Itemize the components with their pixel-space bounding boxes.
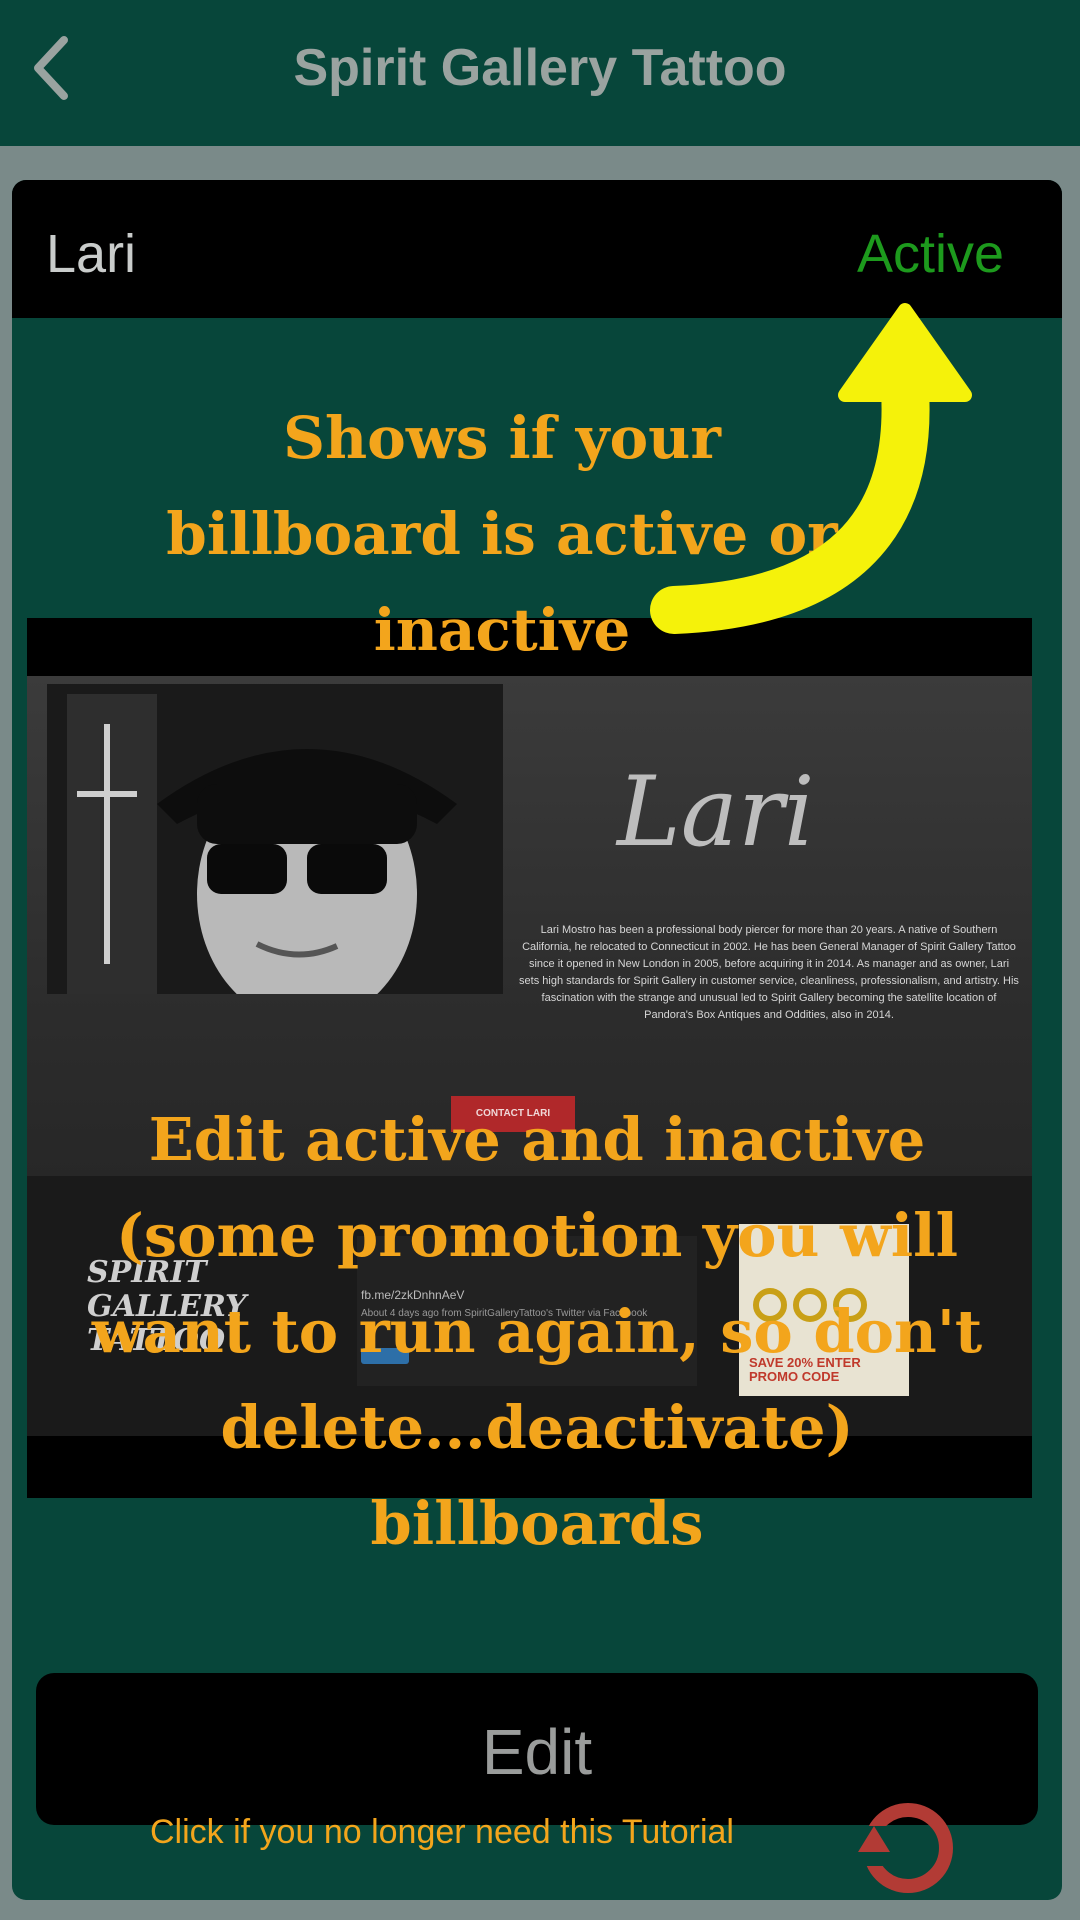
billboard-card: Lari Active Lari Lari Mostro has been a …: [12, 180, 1062, 1900]
annotation-line: Edit active and inactive: [148, 1105, 926, 1174]
annotation-line: delete...deactivate): [220, 1393, 854, 1462]
tutorial-dismiss-text[interactable]: Click if you no longer need this Tutoria…: [150, 1813, 734, 1852]
edit-button-label: Edit: [481, 1716, 593, 1788]
nav-bar: Spirit Gallery Tattoo: [0, 0, 1080, 146]
annotation-line: (some promotion you will: [115, 1201, 959, 1270]
page-title: Spirit Gallery Tattoo: [293, 39, 787, 97]
circular-arrow-icon[interactable]: [852, 1792, 960, 1900]
bio-text: Lari Mostro has been a professional body…: [519, 924, 1019, 1021]
annotation-line: want to run again, so don't: [91, 1297, 983, 1366]
annotation-line: billboards: [370, 1489, 704, 1558]
pointer-arrow-icon: [650, 303, 972, 634]
edit-annotation: Edit active and inactive (some promotion…: [22, 1092, 1052, 1572]
